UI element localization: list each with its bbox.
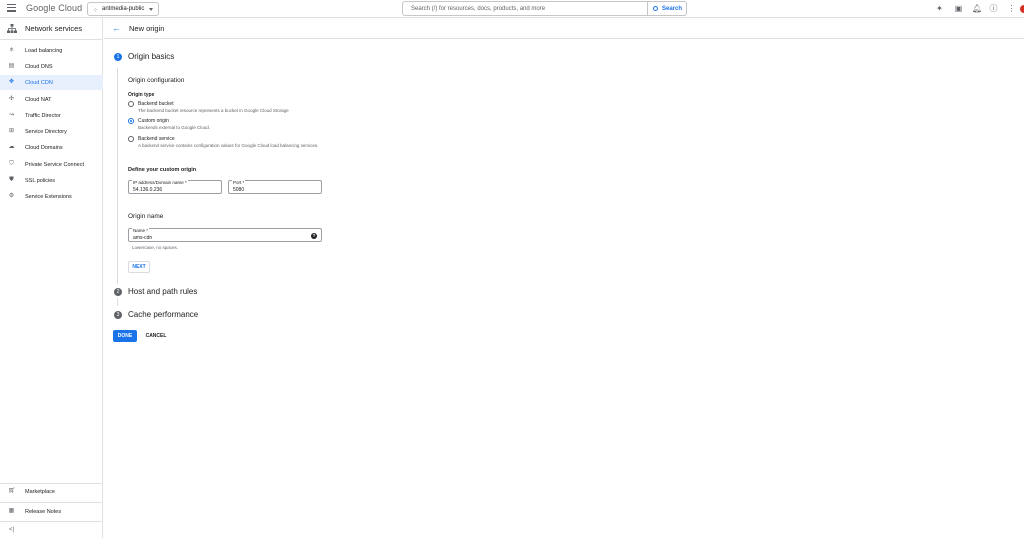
shield-icon: ⛊ bbox=[9, 177, 14, 183]
help-circle-icon[interactable]: ? bbox=[311, 233, 317, 239]
dns-icon: ▤ bbox=[8, 63, 15, 69]
sidebar-item-service-extensions[interactable]: ⚙ Service Extensions bbox=[0, 189, 103, 204]
radio-backend-bucket[interactable] bbox=[128, 101, 134, 107]
sidebar-item-private-service-connect[interactable]: ⛉ Private Service Connect bbox=[0, 157, 103, 172]
more-vert-icon[interactable]: ⋮ bbox=[1007, 4, 1016, 13]
radio-label: Backend service bbox=[138, 136, 175, 142]
sidebar-item-label: Release Notes bbox=[25, 509, 62, 515]
sidebar-item-cloud-cdn[interactable]: ✥ Cloud CDN bbox=[0, 75, 103, 90]
field-value: 5080 bbox=[233, 187, 245, 193]
sidebar-item-label: Traffic Director bbox=[25, 113, 61, 119]
sidebar-item-cloud-nat[interactable]: ✣ Cloud NAT bbox=[0, 92, 103, 107]
sidebar-item-label: Cloud Domains bbox=[25, 145, 63, 151]
origin-configuration-heading: Origin configuration bbox=[128, 77, 185, 84]
sidebar-divider bbox=[0, 521, 103, 522]
origin-type-label: Origin type bbox=[128, 92, 155, 98]
search-button[interactable]: Search bbox=[648, 1, 687, 16]
sidebar-item-label: Cloud NAT bbox=[25, 97, 52, 103]
sidebar-header: Network services bbox=[0, 18, 103, 40]
stepper-line bbox=[117, 298, 118, 306]
sidebar: Network services ⫛ Load balancing ▤ Clou… bbox=[0, 18, 103, 538]
step-title-origin-basics[interactable]: Origin basics bbox=[128, 52, 174, 61]
sidebar-item-marketplace[interactable]: 🛒︎ Marketplace bbox=[0, 484, 103, 499]
field-label: IP address/Domain name * bbox=[132, 180, 188, 185]
terminal-icon[interactable]: ▣ bbox=[954, 4, 963, 13]
top-bar: Google Cloud ⁘ antmedia-public Search (/… bbox=[0, 0, 1024, 18]
sidebar-item-label: Private Service Connect bbox=[25, 162, 84, 168]
cart-icon: 🛒︎ bbox=[8, 488, 16, 494]
sidebar-item-release-notes[interactable]: ▦ Release Notes bbox=[0, 504, 103, 519]
origin-name-heading: Origin name bbox=[128, 213, 164, 220]
sidebar-item-label: Service Directory bbox=[25, 129, 67, 135]
traffic-icon: ↝ bbox=[8, 112, 15, 118]
load-balancing-icon: ⫛ bbox=[9, 47, 14, 53]
radio-description: A backend service contains configuration… bbox=[138, 143, 319, 148]
sidebar-title: Network services bbox=[25, 24, 83, 33]
ip-domain-field[interactable]: IP address/Domain name * 54.136.0.236 bbox=[128, 180, 222, 194]
field-label: Port * bbox=[232, 180, 246, 185]
sidebar-item-ssl-policies[interactable]: ⛊ SSL policies bbox=[0, 173, 103, 188]
radio-label: Backend bucket bbox=[138, 101, 174, 107]
chevron-down-icon bbox=[149, 8, 153, 11]
sidebar-item-service-directory[interactable]: ⊞ Service Directory bbox=[0, 124, 103, 139]
directory-icon: ⊞ bbox=[8, 128, 15, 134]
sidebar-item-cloud-dns[interactable]: ▤ Cloud DNS bbox=[0, 59, 103, 74]
back-arrow-icon[interactable]: ← bbox=[112, 23, 121, 33]
project-name: antmedia-public bbox=[102, 6, 145, 12]
notes-icon: ▦ bbox=[8, 508, 15, 514]
search-button-label: Search bbox=[662, 6, 683, 12]
nat-icon: ✣ bbox=[8, 96, 15, 102]
stepper-line bbox=[117, 68, 118, 284]
cdn-icon: ✥ bbox=[8, 79, 15, 85]
sidebar-divider bbox=[0, 502, 103, 503]
sidebar-item-label: Service Extensions bbox=[25, 194, 72, 200]
domains-icon: ☁ bbox=[8, 144, 15, 150]
cancel-button[interactable]: CANCEL bbox=[142, 330, 170, 342]
search-icon bbox=[653, 6, 658, 11]
extensions-icon: ⚙ bbox=[8, 193, 15, 199]
next-button[interactable]: NEXT bbox=[128, 261, 150, 273]
project-selector[interactable]: ⁘ antmedia-public bbox=[87, 2, 159, 16]
step-number: 2 bbox=[114, 288, 122, 296]
radio-custom-origin[interactable] bbox=[128, 118, 134, 124]
collapse-icon: <| bbox=[8, 527, 15, 533]
name-hint: Lowercase, no spaces. bbox=[132, 245, 179, 250]
page-header: ← New origin bbox=[104, 18, 1024, 39]
sidebar-item-label: Marketplace bbox=[25, 489, 55, 495]
menu-icon[interactable] bbox=[7, 4, 17, 14]
sidebar-item-label: SSL policies bbox=[25, 178, 56, 184]
radio-description: Backends external to Google Cloud. bbox=[138, 125, 211, 130]
field-label: Name * bbox=[132, 228, 150, 233]
radio-backend-service[interactable] bbox=[128, 136, 134, 142]
step-number: 3 bbox=[114, 311, 122, 319]
radio-label: Custom origin bbox=[138, 118, 169, 124]
search-input[interactable]: Search (/) for resources, docs, products… bbox=[402, 1, 648, 16]
field-value: ams-cdn bbox=[133, 235, 153, 241]
collapse-sidebar-button[interactable]: <| bbox=[0, 523, 103, 538]
step-number: 1 bbox=[114, 53, 122, 61]
step-title-host-path-rules[interactable]: Host and path rules bbox=[128, 287, 197, 296]
define-custom-origin-heading: Define your custom origin bbox=[128, 167, 197, 173]
google-cloud-logo[interactable]: Google Cloud bbox=[26, 3, 82, 13]
radio-description: The backend bucket resource represents a… bbox=[138, 108, 289, 113]
name-field[interactable]: Name * ams-cdn ? bbox=[128, 228, 322, 242]
sidebar-item-cloud-domains[interactable]: ☁ Cloud Domains bbox=[0, 140, 103, 155]
sidebar-item-label: Cloud DNS bbox=[25, 64, 53, 70]
step-title-cache-performance[interactable]: Cache performance bbox=[128, 310, 198, 319]
avatar[interactable] bbox=[1020, 5, 1024, 13]
port-field[interactable]: Port * 5080 bbox=[228, 180, 322, 194]
project-icon: ⁘ bbox=[93, 8, 99, 14]
field-value: 54.136.0.236 bbox=[133, 187, 163, 193]
network-services-icon bbox=[7, 24, 17, 33]
page-title: New origin bbox=[129, 24, 165, 33]
gemini-icon[interactable]: ✦ bbox=[935, 4, 944, 13]
sidebar-item-load-balancing[interactable]: ⫛ Load balancing bbox=[0, 43, 103, 58]
help-icon[interactable]: ⓘ bbox=[989, 4, 998, 13]
sidebar-item-label: Cloud CDN bbox=[25, 80, 53, 86]
sidebar-item-label: Load balancing bbox=[25, 48, 63, 54]
psc-icon: ⛉ bbox=[9, 161, 14, 167]
done-button[interactable]: DONE bbox=[113, 330, 137, 342]
sidebar-item-traffic-director[interactable]: ↝ Traffic Director bbox=[0, 108, 103, 123]
bell-icon[interactable]: 🔔︎ bbox=[972, 4, 982, 13]
